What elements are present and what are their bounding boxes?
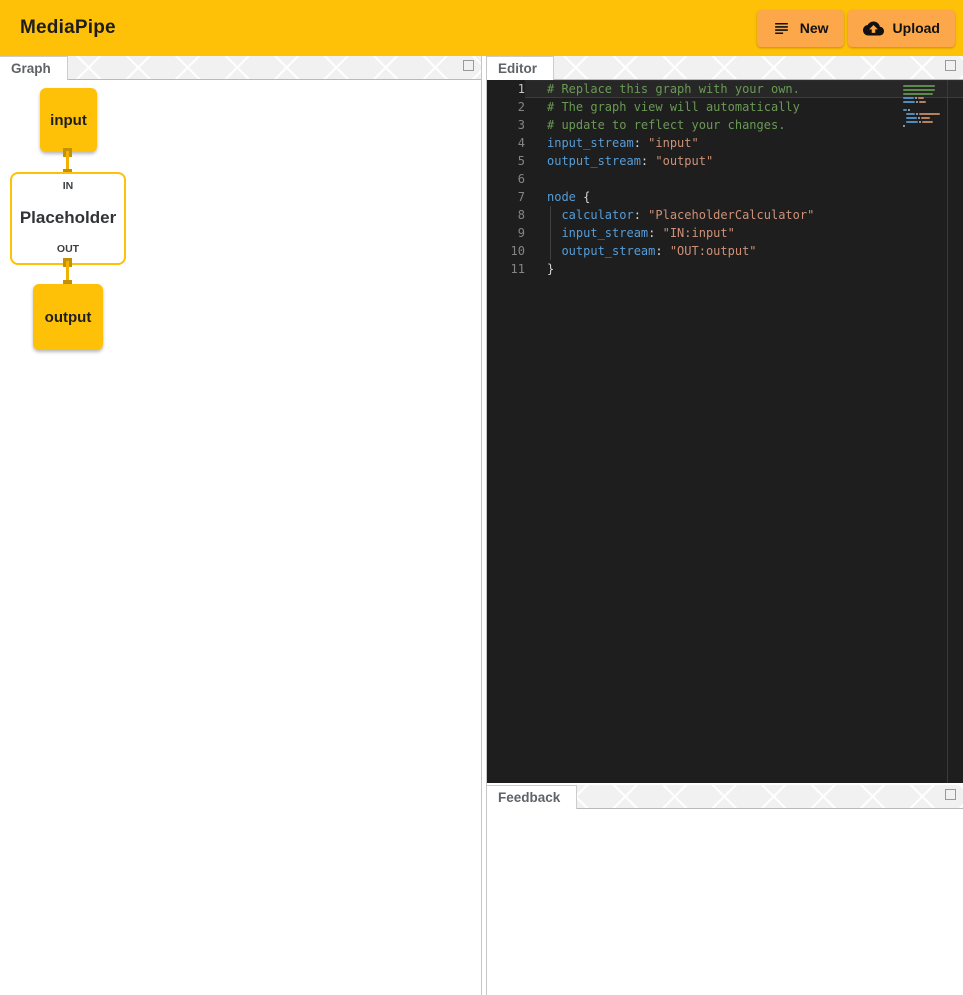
tab-editor[interactable]: Editor xyxy=(487,56,554,80)
graph-maximize-icon[interactable] xyxy=(463,60,474,71)
upload-button[interactable]: Upload xyxy=(848,10,955,47)
line-number: 7 xyxy=(487,188,525,206)
line-number: 9 xyxy=(487,224,525,242)
code-line[interactable]: 11} xyxy=(487,260,963,278)
editor-panel-strip: Editor xyxy=(487,56,963,80)
app-header: MediaPipe New Upload xyxy=(0,0,963,56)
new-button-label: New xyxy=(800,20,829,36)
code-line[interactable]: 10 output_stream: "OUT:output" xyxy=(487,242,963,260)
editor-panel: Editor 1# Replace this graph with your o… xyxy=(487,56,963,783)
graph-node-output-label: output xyxy=(45,309,92,326)
header-actions: New Upload xyxy=(757,10,955,47)
code-line[interactable]: 1# Replace this graph with your own. xyxy=(487,80,963,98)
line-number: 1 xyxy=(487,80,525,98)
code-line-text: # Replace this graph with your own. xyxy=(525,80,963,98)
line-number: 2 xyxy=(487,98,525,116)
code-editor[interactable]: 1# Replace this graph with your own.2# T… xyxy=(487,80,963,783)
line-number: 5 xyxy=(487,152,525,170)
tab-graph[interactable]: Graph xyxy=(0,56,68,80)
minimap[interactable] xyxy=(903,85,940,129)
line-number: 6 xyxy=(487,170,525,188)
code-line-text: input_stream: "IN:input" xyxy=(525,224,963,242)
graph-canvas[interactable]: input IN Placeholder OUT output xyxy=(0,80,481,995)
placeholder-out-port-label: OUT xyxy=(57,243,79,255)
code-line-text: calculator: "PlaceholderCalculator" xyxy=(525,206,963,224)
tab-feedback[interactable]: Feedback xyxy=(487,785,577,809)
graph-node-placeholder-label: Placeholder xyxy=(20,208,116,228)
new-button[interactable]: New xyxy=(757,10,844,47)
tab-feedback-label: Feedback xyxy=(498,790,560,805)
graph-node-output[interactable]: output xyxy=(33,284,103,350)
line-number: 10 xyxy=(487,242,525,260)
code-line-text: output_stream: "OUT:output" xyxy=(525,242,963,260)
editor-lines: 1# Replace this graph with your own.2# T… xyxy=(487,80,963,278)
right-column: Editor 1# Replace this graph with your o… xyxy=(486,56,963,995)
graph-node-input-label: input xyxy=(50,112,87,129)
line-number: 4 xyxy=(487,134,525,152)
line-number: 3 xyxy=(487,116,525,134)
graph-node-input[interactable]: input xyxy=(40,88,97,152)
graph-node-placeholder[interactable]: IN Placeholder OUT xyxy=(10,172,126,265)
code-line-text: } xyxy=(525,260,963,278)
feedback-content xyxy=(487,809,963,995)
code-line-text: node { xyxy=(525,188,963,206)
overview-ruler xyxy=(947,80,948,783)
code-line[interactable]: 6 xyxy=(487,170,963,188)
tab-graph-label: Graph xyxy=(11,61,51,76)
graph-panel: Graph input IN Placeholder OUT output xyxy=(0,56,482,995)
line-number: 11 xyxy=(487,260,525,278)
code-line[interactable]: 5output_stream: "output" xyxy=(487,152,963,170)
feedback-maximize-icon[interactable] xyxy=(945,789,956,800)
editor-maximize-icon[interactable] xyxy=(945,60,956,71)
app-title: MediaPipe xyxy=(20,17,116,39)
code-line-text: output_stream: "output" xyxy=(525,152,963,170)
line-number: 8 xyxy=(487,206,525,224)
code-line-text xyxy=(525,170,963,188)
code-line[interactable]: 3# update to reflect your changes. xyxy=(487,116,963,134)
subject-icon xyxy=(772,19,791,38)
tab-editor-label: Editor xyxy=(498,61,537,76)
feedback-panel: Feedback xyxy=(487,785,963,995)
code-line-text: input_stream: "input" xyxy=(525,134,963,152)
code-line[interactable]: 2# The graph view will automatically xyxy=(487,98,963,116)
code-line[interactable]: 4input_stream: "input" xyxy=(487,134,963,152)
cloud-upload-icon xyxy=(863,18,884,39)
code-line[interactable]: 8 calculator: "PlaceholderCalculator" xyxy=(487,206,963,224)
upload-button-label: Upload xyxy=(893,20,940,36)
code-line-text: # The graph view will automatically xyxy=(525,98,963,116)
placeholder-in-port-label: IN xyxy=(63,180,74,192)
feedback-panel-strip: Feedback xyxy=(487,785,963,809)
code-line[interactable]: 7node { xyxy=(487,188,963,206)
graph-panel-strip: Graph xyxy=(0,56,481,80)
code-line-text: # update to reflect your changes. xyxy=(525,116,963,134)
main-area: Graph input IN Placeholder OUT output xyxy=(0,56,963,995)
code-line[interactable]: 9 input_stream: "IN:input" xyxy=(487,224,963,242)
